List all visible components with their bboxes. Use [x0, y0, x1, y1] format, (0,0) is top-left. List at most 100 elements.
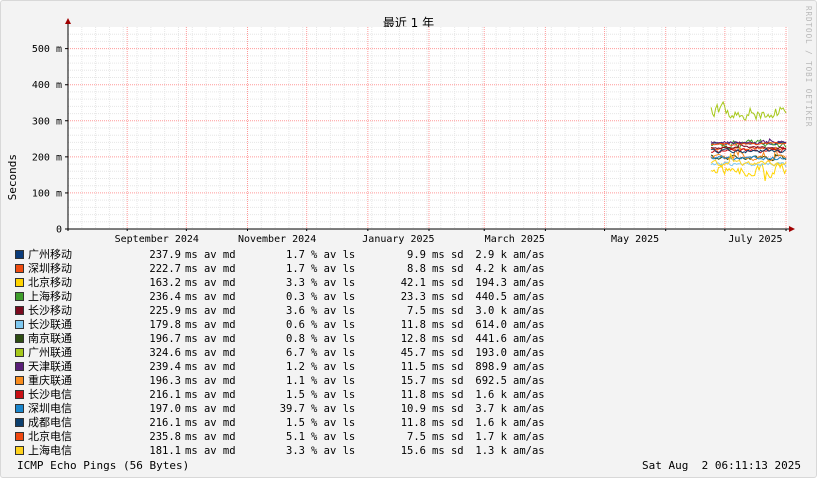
- amas-unit: am/as: [513, 445, 545, 457]
- median-unit: ms av md: [185, 333, 236, 345]
- legend-series-name: 重庆联通: [28, 374, 72, 387]
- loss-value: 1.2: [286, 361, 305, 373]
- median-unit: ms av md: [185, 361, 236, 373]
- legend-entry: 南京联通 196.7 ms av md 0.8% av ls 12.8 ms sd 441.…: [15, 332, 575, 346]
- amas-unit: am/as: [513, 375, 545, 387]
- legend-swatch: [15, 446, 24, 455]
- median-unit: ms av md: [185, 403, 236, 415]
- legend-series-name: 北京移动: [28, 276, 72, 289]
- sd-value: 8.8: [407, 263, 426, 275]
- loss-value: 1.5: [286, 389, 305, 401]
- amas-value: 614.0: [475, 319, 507, 331]
- legend-series-name: 上海移动: [28, 290, 72, 303]
- median-unit: ms av md: [185, 431, 236, 443]
- sd-value: 15.6: [400, 445, 426, 457]
- amas-value: 193.0: [475, 347, 507, 359]
- legend-entry: 长沙移动 225.9 ms av md 3.6% av ls 7.5 ms sd 3.0 k…: [15, 304, 575, 318]
- median-value: 236.4: [149, 291, 181, 303]
- median-unit: ms av md: [185, 263, 236, 275]
- amas-unit: am/as: [513, 347, 545, 359]
- amas-value: 1.6 k: [475, 417, 507, 429]
- x-tick-label: May 2025: [611, 234, 659, 245]
- legend-entry: 北京移动 163.2 ms av md 3.3% av ls 42.1 ms sd 194.…: [15, 276, 575, 290]
- loss-unit: % av ls: [311, 431, 356, 443]
- loss-value: 39.7: [279, 403, 305, 415]
- legend-entry: 长沙电信 216.1 ms av md 1.5% av ls 11.8 ms sd 1.6 …: [15, 388, 575, 402]
- loss-unit: % av ls: [311, 291, 356, 303]
- legend-series-name: 成都电信: [28, 416, 72, 429]
- y-tick-label: 100 m: [32, 188, 62, 199]
- legend-entry: 广州联通 324.6 ms av md 6.7% av ls 45.7 ms sd 193.…: [15, 346, 575, 360]
- amas-value: 898.9: [475, 361, 507, 373]
- legend-entry: 广州移动 237.9 ms av md 1.7% av ls 9.9 ms sd 2.9 k…: [15, 248, 575, 262]
- loss-unit: % av ls: [311, 333, 356, 345]
- sd-value: 23.3: [400, 291, 426, 303]
- legend-series-name: 广州移动: [28, 248, 72, 261]
- median-unit: ms av md: [185, 277, 236, 289]
- legend-series-name: 长沙电信: [28, 388, 72, 401]
- amas-unit: am/as: [513, 319, 545, 331]
- legend-entry: 深圳电信 197.0 ms av md 39.7% av ls 10.9 ms sd 3.7…: [15, 402, 575, 416]
- median-unit: ms av md: [185, 375, 236, 387]
- amas-value: 692.5: [475, 375, 507, 387]
- loss-value: 1.5: [286, 417, 305, 429]
- legend-entry: 上海电信 181.1 ms av md 3.3% av ls 15.6 ms sd 1.3 …: [15, 444, 575, 458]
- amas-value: 194.3: [475, 277, 507, 289]
- legend-series-name: 上海电信: [28, 444, 72, 457]
- amas-value: 1.3 k: [475, 445, 507, 457]
- probe-description: ICMP Echo Pings (56 Bytes): [17, 459, 190, 472]
- legend-entry: 重庆联通 196.3 ms av md 1.1% av ls 15.7 ms sd 692.…: [15, 374, 575, 388]
- median-value: 196.7: [149, 333, 181, 345]
- sd-value: 12.8: [400, 333, 426, 345]
- loss-unit: % av ls: [311, 361, 356, 373]
- loss-value: 5.1: [286, 431, 305, 443]
- loss-value: 0.8: [286, 333, 305, 345]
- sd-value: 11.8: [400, 389, 426, 401]
- amas-value: 2.9 k: [475, 249, 507, 261]
- legend-swatch: [15, 264, 24, 273]
- amas-value: 3.7 k: [475, 403, 507, 415]
- legend-series-name: 长沙联通: [28, 318, 72, 331]
- median-unit: ms av md: [185, 445, 236, 457]
- legend-swatch: [15, 432, 24, 441]
- legend-series-name: 广州联通: [28, 346, 72, 359]
- amas-value: 1.6 k: [475, 389, 507, 401]
- x-axis-arrow: [789, 226, 795, 232]
- x-tick-label: September 2024: [115, 234, 199, 245]
- sd-value: 15.7: [400, 375, 426, 387]
- legend-entry: 上海移动 236.4 ms av md 0.3% av ls 23.3 ms sd 440.…: [15, 290, 575, 304]
- legend-series-name: 天津联通: [28, 360, 72, 373]
- legend-series-name: 长沙移动: [28, 304, 72, 317]
- median-value: 179.8: [149, 319, 181, 331]
- sd-value: 11.5: [400, 361, 426, 373]
- median-value: 237.9: [149, 249, 181, 261]
- sd-value: 7.5: [407, 431, 426, 443]
- sd-value: 7.5: [407, 305, 426, 317]
- legend: 广州移动 237.9 ms av md 1.7% av ls 9.9 ms sd 2.9 k…: [15, 248, 575, 458]
- legend-swatch: [15, 362, 24, 371]
- amas-value: 4.2 k: [475, 263, 507, 275]
- median-unit: ms av md: [185, 319, 236, 331]
- median-unit: ms av md: [185, 291, 236, 303]
- legend-series-name: 深圳移动: [28, 262, 72, 275]
- generation-timestamp: Sat Aug 2 06:11:13 2025: [642, 459, 801, 472]
- loss-value: 1.7: [286, 249, 305, 261]
- legend-swatch: [15, 250, 24, 259]
- amas-unit: am/as: [513, 389, 545, 401]
- loss-unit: % av ls: [311, 263, 356, 275]
- loss-value: 0.3: [286, 291, 305, 303]
- median-unit: ms av md: [185, 305, 236, 317]
- median-unit: ms av md: [185, 249, 236, 261]
- amas-unit: am/as: [513, 263, 545, 275]
- legend-swatch: [15, 418, 24, 427]
- legend-swatch: [15, 292, 24, 301]
- loss-unit: % av ls: [311, 277, 356, 289]
- loss-unit: % av ls: [311, 305, 356, 317]
- sd-value: 45.7: [400, 347, 426, 359]
- legend-swatch: [15, 306, 24, 315]
- median-value: 216.1: [149, 417, 181, 429]
- y-axis-arrow: [65, 18, 71, 24]
- legend-series-name: 北京电信: [28, 430, 72, 443]
- loss-unit: % av ls: [311, 319, 356, 331]
- amas-value: 440.5: [475, 291, 507, 303]
